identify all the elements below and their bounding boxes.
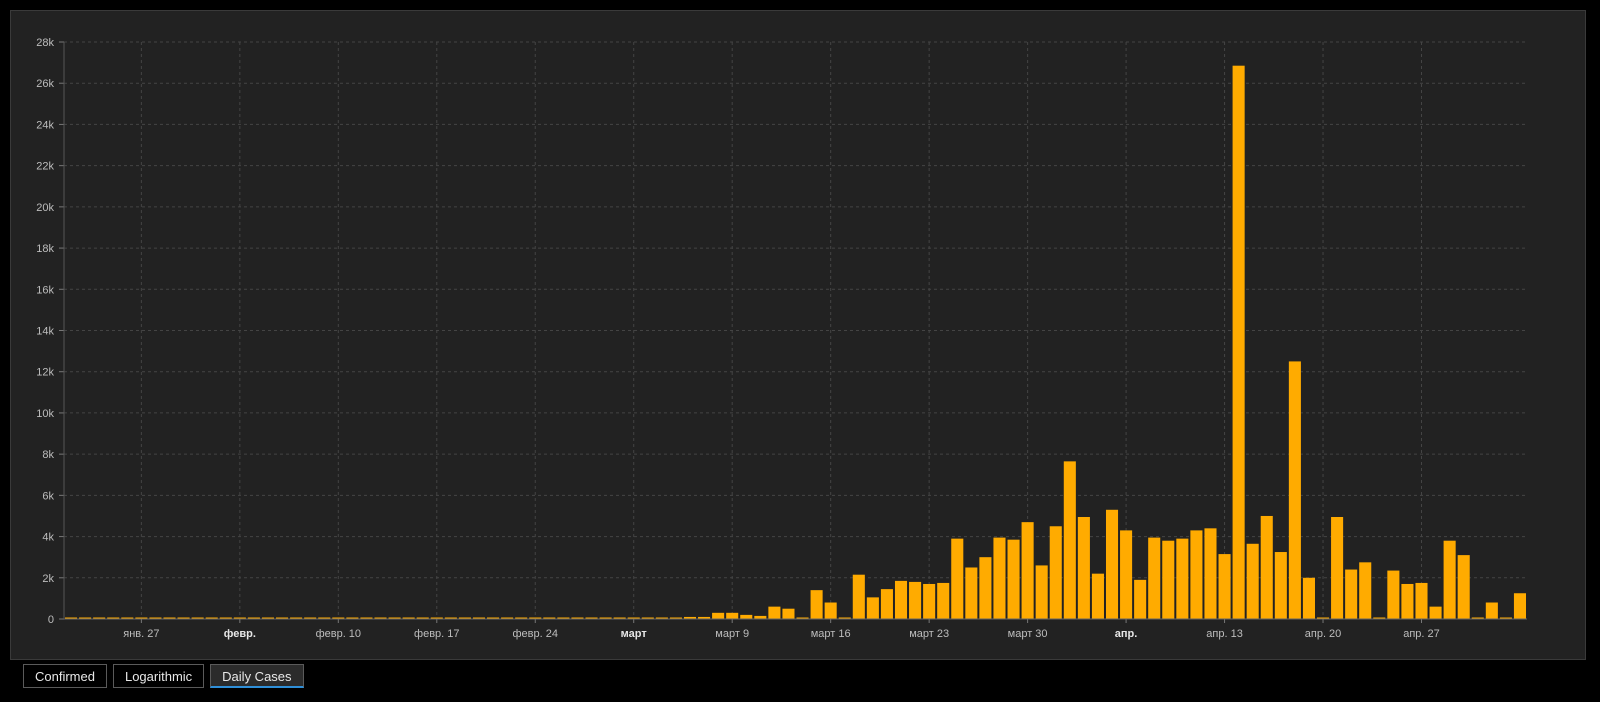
x-tick-label: янв. 27	[123, 628, 159, 640]
bar	[1035, 565, 1048, 619]
x-tick-label: февр.	[224, 628, 256, 640]
y-tick-label: 16k	[36, 284, 54, 296]
x-tick-label: апр. 20	[1305, 628, 1342, 640]
bar	[1345, 569, 1358, 619]
bar	[894, 580, 908, 619]
y-tick-label: 22k	[36, 161, 54, 173]
bar	[712, 612, 725, 619]
y-tick-label: 14k	[36, 326, 54, 338]
x-tick-label: апр. 27	[1403, 628, 1440, 640]
x-tick-label: март	[621, 628, 648, 640]
bar	[810, 590, 823, 619]
y-tick-label: 4k	[42, 532, 54, 544]
bar	[979, 557, 992, 619]
tab-daily-cases[interactable]: Daily Cases	[210, 664, 304, 688]
bar	[852, 574, 865, 619]
bar	[1485, 602, 1498, 619]
bar	[1007, 539, 1020, 619]
bar	[782, 608, 795, 619]
bar	[1218, 554, 1231, 619]
bar	[965, 567, 978, 619]
bar	[1401, 583, 1414, 619]
bar	[1457, 555, 1470, 619]
bar	[1190, 530, 1203, 619]
y-tick-label: 2k	[42, 573, 54, 585]
bar	[1232, 65, 1245, 619]
y-tick-label: 28k	[36, 37, 54, 49]
bar	[1162, 540, 1175, 619]
bar	[1077, 516, 1090, 619]
y-tick-label: 0	[48, 614, 54, 626]
x-tick-label: март 30	[1008, 628, 1048, 640]
x-tick-label: февр. 24	[513, 628, 558, 640]
bar	[923, 583, 936, 619]
bar	[866, 597, 879, 619]
y-tick-label: 20k	[36, 202, 54, 214]
bar	[1331, 516, 1344, 619]
bar	[880, 589, 893, 619]
bar	[1091, 573, 1104, 619]
bar	[1359, 562, 1372, 619]
bar	[1302, 577, 1315, 619]
tab-confirmed[interactable]: Confirmed	[23, 664, 107, 688]
daily-cases-bar-chart: 0 2k 4k 6k 8k 10k 12k 14k 16k 18k 20k 22k 24k 26k 28k я…	[36, 37, 1527, 640]
chart-mode-tabs: Confirmed Logarithmic Daily Cases	[23, 664, 304, 689]
bar	[1429, 606, 1442, 619]
bar	[1387, 570, 1400, 619]
bar	[1105, 509, 1119, 619]
bar	[1415, 582, 1428, 619]
bar	[1134, 579, 1147, 619]
bar	[909, 581, 922, 619]
x-tick-label: февр. 17	[414, 628, 459, 640]
bar	[1063, 461, 1076, 619]
bar	[1049, 526, 1062, 619]
y-tick-label: 12k	[36, 367, 54, 379]
bar	[768, 606, 781, 619]
bar	[1021, 522, 1034, 619]
bar	[993, 537, 1006, 619]
bar	[1513, 593, 1526, 619]
y-tick-label: 24k	[36, 119, 54, 131]
bar	[1443, 540, 1456, 619]
x-tick-label: апр. 13	[1206, 628, 1243, 640]
y-tick-label: 18k	[36, 243, 54, 255]
bar	[1204, 528, 1217, 619]
tab-logarithmic[interactable]: Logarithmic	[112, 664, 205, 688]
bar	[824, 602, 837, 619]
bar	[726, 612, 739, 619]
bar	[1176, 538, 1189, 619]
bar	[937, 582, 950, 619]
bar	[1274, 552, 1287, 619]
bar	[1260, 515, 1273, 619]
bar	[1120, 530, 1133, 619]
x-tick-label: апр.	[1115, 628, 1138, 640]
chart-panel: 0 2k 4k 6k 8k 10k 12k 14k 16k 18k 20k 22k 24k 26k 28k я…	[10, 10, 1586, 660]
x-tick-label: март 9	[715, 628, 749, 640]
y-tick-label: 26k	[36, 78, 54, 90]
bar	[1148, 537, 1161, 619]
x-tick-label: март 23	[909, 628, 949, 640]
bar	[1246, 543, 1259, 619]
y-tick-label: 8k	[42, 449, 54, 461]
x-tick-label: февр. 10	[316, 628, 361, 640]
bar	[1288, 361, 1301, 619]
y-tick-label: 10k	[36, 408, 54, 420]
bar	[740, 614, 753, 619]
x-tick-label: март 16	[811, 628, 851, 640]
y-tick-label: 6k	[42, 490, 54, 502]
bar	[951, 538, 964, 619]
